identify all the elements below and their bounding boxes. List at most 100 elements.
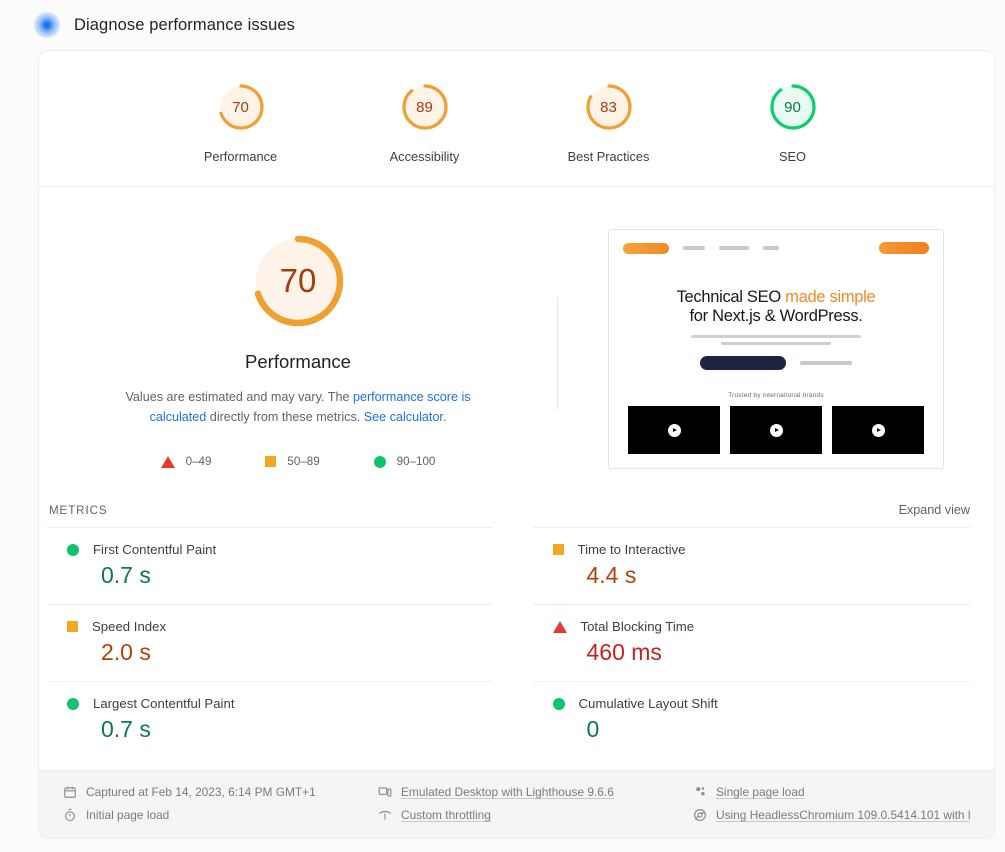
final-screenshot-panel: Technical SEO made simple for Next.js & …	[558, 229, 994, 469]
metric-first-contentful-paint[interactable]: First Contentful Paint 0.7 s	[47, 527, 493, 604]
page-title: Diagnose performance issues	[74, 15, 295, 34]
legend-range: 50–89	[287, 455, 320, 468]
thumb-logo-icon	[623, 242, 669, 254]
thumb-trusted-label: Trusted by international brands	[728, 392, 824, 399]
metric-name: Time to Interactive	[577, 542, 686, 557]
meta-text: Emulated Desktop with Lighthouse 9.6.6	[401, 785, 614, 799]
triangle-icon	[160, 455, 175, 468]
thumb-headline: Technical SEO made simple for Next.js & …	[627, 288, 925, 326]
legend-item-average: 50–89	[265, 455, 320, 468]
metric-name: Largest Contentful Paint	[93, 696, 235, 711]
thumb-video-card	[628, 406, 720, 454]
meta-emulation[interactable]: Emulated Desktop with Lighthouse 9.6.6	[378, 785, 693, 799]
score-legend: 0–49 50–89 90–100	[160, 455, 436, 468]
legend-item-good: 90–100	[373, 455, 436, 468]
desc-text-1: Values are estimated and may vary. The	[125, 390, 353, 404]
meta-text: Using HeadlessChromium 109.0.5414.101 wi…	[716, 808, 970, 822]
thumb-navbar	[609, 230, 943, 254]
device-icon	[378, 787, 392, 797]
calendar-icon	[64, 786, 76, 798]
score-label: Accessibility	[389, 149, 460, 164]
thumb-subtext	[691, 335, 861, 345]
metric-name: Speed Index	[92, 619, 167, 634]
thumb-video-card	[832, 406, 924, 454]
score-label: Performance	[203, 149, 278, 164]
play-icon	[769, 423, 783, 437]
page-header: Diagnose performance issues	[0, 0, 1005, 50]
gauge-accessibility: 89	[399, 81, 451, 133]
sparkle-orb-icon	[34, 12, 60, 38]
hero-description: Values are estimated and may vary. The p…	[102, 387, 494, 427]
score-best-practices[interactable]: 83 Best Practices	[548, 81, 670, 164]
metric-value: 0.7 s	[101, 716, 151, 742]
users-icon	[696, 787, 705, 796]
metric-cumulative-layout-shift[interactable]: Cumulative Layout Shift 0	[532, 681, 970, 758]
legend-range: 90–100	[396, 455, 436, 468]
legend-range: 0–49	[185, 455, 212, 468]
gauge-value: 83	[600, 98, 617, 116]
thumb-headline-accent: made simple	[785, 288, 876, 306]
metric-speed-index[interactable]: Speed Index 2.0 s	[47, 604, 493, 681]
score-label: Best Practices	[567, 149, 650, 164]
square-icon	[265, 456, 277, 467]
meta-page-load-type[interactable]: Single page load	[693, 785, 970, 799]
metric-value: 4.4 s	[586, 562, 637, 588]
meta-captured-at: Captured at Feb 14, 2023, 6:14 PM GMT+1	[63, 785, 378, 799]
thumb-hero-buttons	[627, 356, 925, 370]
report-metadata-footer: Captured at Feb 14, 2023, 6:14 PM GMT+1 …	[39, 770, 994, 838]
circle-icon	[373, 455, 386, 468]
metric-value: 2.0 s	[101, 639, 151, 665]
desc-text-2: directly from these metrics.	[206, 410, 364, 424]
score-label: SEO	[778, 149, 807, 164]
hero-gauge-panel: 70 Performance Values are estimated and …	[39, 229, 557, 469]
gauge-value: 70	[232, 98, 249, 116]
meta-text: Single page load	[716, 785, 805, 799]
chrome-icon	[694, 809, 706, 821]
play-icon	[667, 423, 681, 437]
throttling-icon	[379, 810, 391, 820]
triangle-icon	[552, 620, 567, 633]
meta-throttling[interactable]: Custom throttling	[378, 808, 693, 822]
performance-hero: 70 Performance Values are estimated and …	[39, 187, 994, 499]
metric-name: Cumulative Layout Shift	[578, 696, 718, 711]
thumb-hero: Technical SEO made simple for Next.js & …	[609, 254, 943, 454]
page-screenshot-thumbnail[interactable]: Technical SEO made simple for Next.js & …	[608, 229, 944, 469]
thumb-nav-link	[719, 246, 749, 250]
score-accessibility[interactable]: 89 Accessibility	[364, 81, 486, 164]
gauge-value: 89	[416, 98, 433, 116]
metrics-header: METRICS Expand view	[39, 503, 994, 517]
thumb-headline-line2: for Next.js & WordPress.	[689, 307, 863, 325]
gauge-performance-large: 70	[246, 229, 350, 333]
metric-value: 0.7 s	[101, 562, 151, 588]
metric-value: 460 ms	[586, 639, 662, 665]
thumb-cta-button	[879, 242, 929, 254]
metric-time-to-interactive[interactable]: Time to Interactive 4.4 s	[532, 527, 970, 604]
thumb-video-card	[730, 406, 822, 454]
lighthouse-report-card: 70 Performance 89 Accessibility 83 Best …	[38, 50, 995, 839]
score-performance[interactable]: 70 Performance	[180, 81, 302, 164]
gauge-value: 90	[784, 98, 801, 116]
meta-user-agent[interactable]: Using HeadlessChromium 109.0.5414.101 wi…	[693, 808, 970, 822]
metrics-grid: First Contentful Paint 0.7 s Time to Int…	[39, 527, 994, 758]
gauge-seo: 90	[767, 81, 819, 133]
play-icon	[871, 423, 885, 437]
meta-text: Custom throttling	[401, 808, 491, 822]
hero-category-label: Performance	[245, 351, 351, 372]
metrics-title: METRICS	[49, 504, 108, 517]
thumb-headline-part1: Technical SEO	[676, 288, 786, 306]
thumb-primary-button	[700, 356, 786, 370]
thumb-subtext-line	[721, 342, 831, 345]
see-calculator-link[interactable]: See calculator.	[364, 410, 447, 424]
thumb-secondary-button	[800, 361, 852, 365]
legend-item-poor: 0–49	[160, 455, 212, 468]
meta-initial-page-load: Initial page load	[63, 808, 378, 822]
expand-view-toggle[interactable]: Expand view	[899, 503, 970, 517]
meta-text: Initial page load	[86, 808, 170, 822]
score-seo[interactable]: 90 SEO	[732, 81, 854, 164]
metric-largest-contentful-paint[interactable]: Largest Contentful Paint 0.7 s	[47, 681, 493, 758]
thumb-subtext-line	[691, 335, 861, 338]
metric-total-blocking-time[interactable]: Total Blocking Time 460 ms	[532, 604, 970, 681]
square-icon	[67, 621, 78, 632]
meta-text: Captured at Feb 14, 2023, 6:14 PM GMT+1	[86, 785, 316, 799]
metric-value: 0	[586, 716, 600, 742]
